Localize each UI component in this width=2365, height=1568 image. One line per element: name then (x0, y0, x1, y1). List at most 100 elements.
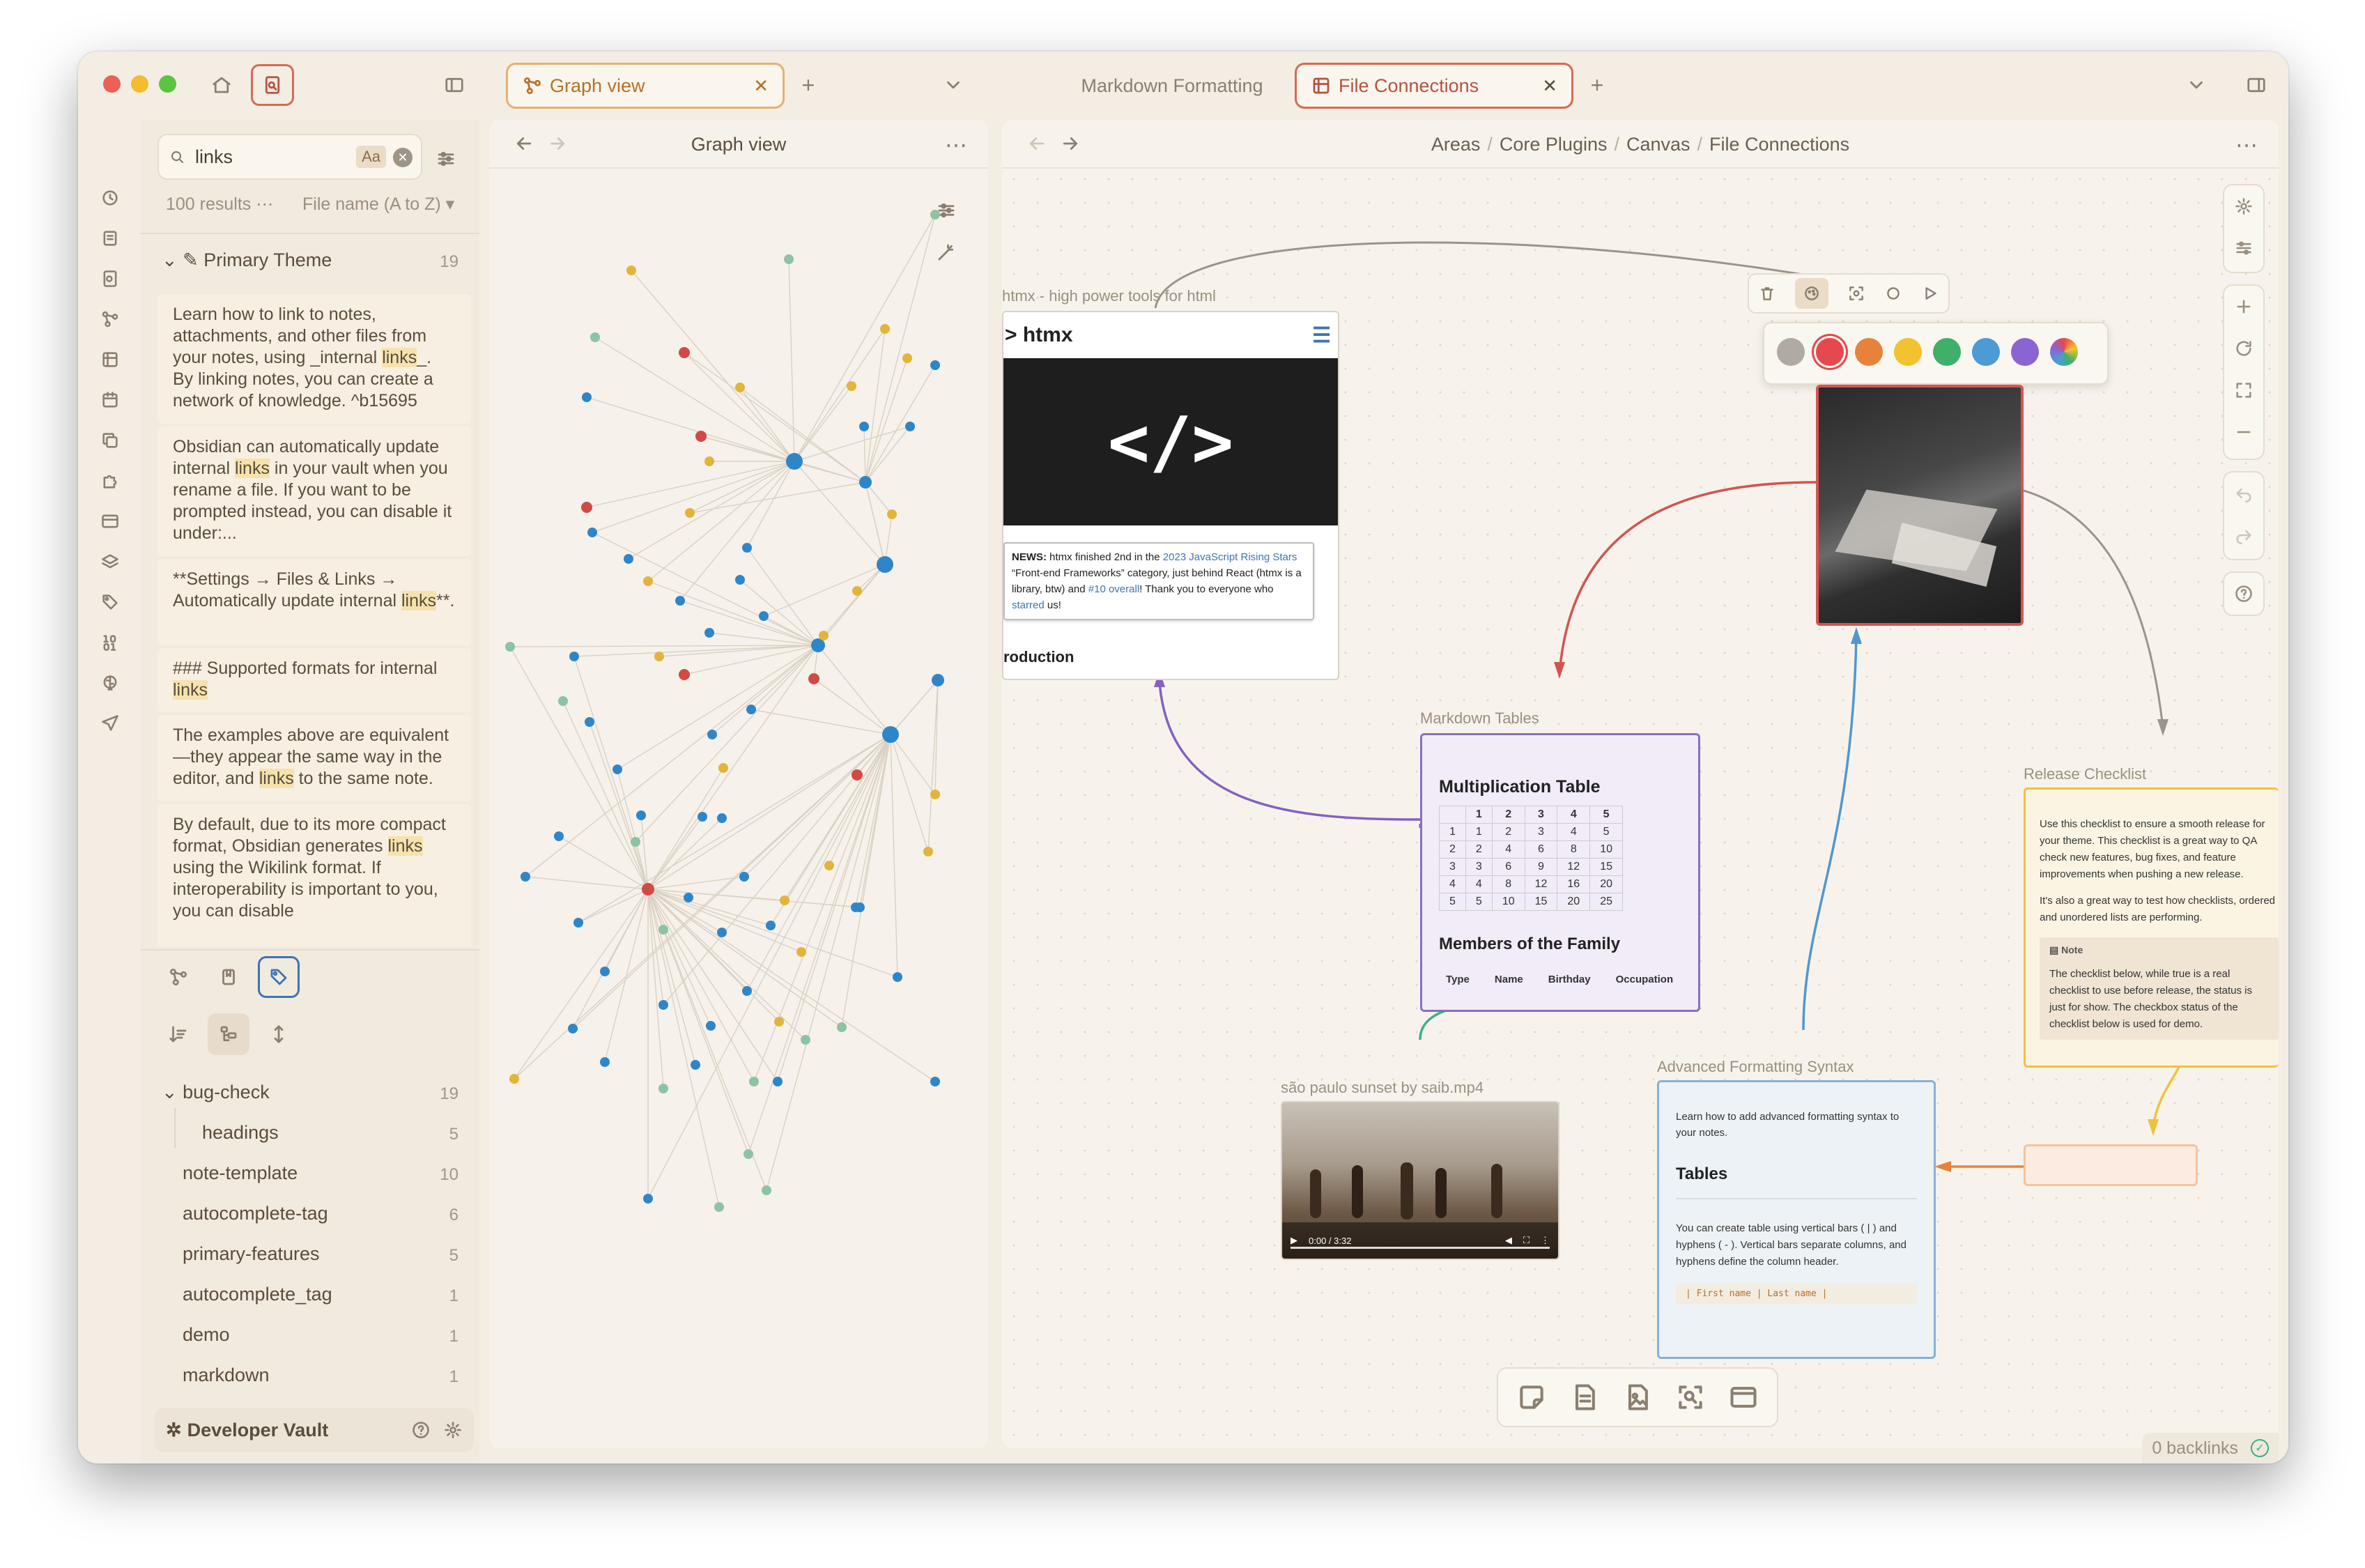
graph-node[interactable] (859, 422, 869, 431)
expand-collapse-icon[interactable] (258, 1013, 300, 1055)
help-icon[interactable] (2224, 573, 2263, 615)
graph-node[interactable] (855, 902, 865, 912)
graph-node[interactable] (746, 705, 756, 714)
close-window-button[interactable] (103, 75, 121, 93)
filter-icon[interactable] (2224, 227, 2263, 269)
volume-icon[interactable]: ◀ (1505, 1235, 1512, 1246)
custom-color-swatch[interactable] (2050, 338, 2078, 366)
trash-icon[interactable] (1758, 284, 1776, 302)
graph-node[interactable] (569, 652, 579, 661)
sort-dropdown[interactable]: File name (A to Z) ▾ (302, 194, 454, 215)
zoom-window-button[interactable] (159, 75, 176, 93)
tag-item[interactable]: primary-features (183, 1243, 320, 1265)
graph-node[interactable] (613, 764, 622, 774)
graph-node[interactable] (930, 1077, 940, 1086)
color-swatch[interactable] (1972, 338, 2000, 366)
graph-node[interactable] (679, 347, 690, 358)
minimize-window-button[interactable] (131, 75, 148, 93)
graph-node[interactable] (600, 967, 610, 976)
graph-node[interactable] (658, 1084, 668, 1093)
bookmark-icon[interactable] (208, 956, 249, 998)
graph-node[interactable] (801, 1035, 810, 1045)
slides-icon[interactable] (96, 507, 124, 535)
graph-node[interactable] (704, 628, 714, 638)
tag-item[interactable]: ⌄ bug-check (162, 1082, 270, 1103)
graph-node[interactable] (695, 431, 707, 442)
graph-icon[interactable] (157, 956, 199, 998)
color-swatch[interactable] (1777, 338, 1805, 366)
news-link[interactable]: #10 overall (1088, 583, 1139, 595)
add-note-icon[interactable] (1564, 1376, 1605, 1418)
play-icon[interactable] (1921, 284, 1939, 302)
palette-icon[interactable] (1795, 278, 1829, 309)
more-icon[interactable]: ⋯ (256, 194, 273, 214)
release-checklist-node[interactable]: Use this checklist to ensure a smooth re… (2024, 787, 2279, 1068)
menu-icon[interactable]: ☰ (1312, 323, 1331, 348)
close-tab-icon[interactable]: ✕ (753, 75, 769, 97)
htmx-web-node[interactable]: > htmx ☰ </> NEWS: htmx finished 2nd in … (1002, 311, 1339, 680)
undo-icon[interactable] (2224, 472, 2263, 514)
graph-node[interactable] (930, 790, 940, 799)
graph-node[interactable] (847, 381, 856, 391)
tab-graph-view[interactable]: Graph view ✕ (506, 63, 785, 109)
graph-node[interactable] (742, 543, 752, 553)
graph-node[interactable] (684, 893, 693, 902)
news-link[interactable]: starred (1012, 599, 1045, 611)
graph-node[interactable] (762, 1185, 771, 1195)
graph-node[interactable] (658, 1000, 668, 1010)
graph-node[interactable] (877, 556, 893, 573)
photo-node[interactable] (1816, 385, 2024, 626)
graph-node[interactable] (704, 456, 714, 466)
zoom-out-icon[interactable] (2224, 411, 2263, 453)
zoom-to-selection-icon[interactable] (1847, 284, 1865, 302)
advanced-formatting-node[interactable]: Learn how to add advanced formatting syn… (1657, 1080, 1936, 1359)
sync-check-icon[interactable]: ✓ (2251, 1439, 2269, 1457)
graph-node[interactable] (698, 812, 707, 822)
color-swatch[interactable] (2011, 338, 2039, 366)
graph-icon[interactable] (96, 305, 124, 333)
send-icon[interactable] (96, 709, 124, 737)
settings-gear-icon[interactable] (443, 1420, 463, 1440)
graph-node[interactable] (691, 1060, 700, 1070)
video-node[interactable]: ▶ 0:00 / 3:32 ◀ ⛶ ⋮ (1281, 1101, 1559, 1260)
daily-note-icon[interactable] (96, 224, 124, 252)
more-icon[interactable]: ⋮ (1541, 1235, 1550, 1246)
circle-shape-icon[interactable] (1884, 284, 1902, 302)
zoom-to-fit-icon[interactable] (2224, 369, 2263, 411)
sort-icon[interactable] (157, 1013, 199, 1055)
graph-node[interactable] (568, 1024, 578, 1033)
redo-icon[interactable] (2224, 514, 2263, 556)
graph-node[interactable] (554, 831, 564, 841)
vault-switcher[interactable]: ✲ Developer Vault (155, 1408, 474, 1452)
graph-node[interactable] (852, 769, 863, 781)
close-tab-icon[interactable]: ✕ (1542, 75, 1557, 97)
graph-node[interactable] (626, 266, 636, 275)
add-web-page-icon[interactable] (1670, 1376, 1711, 1418)
graph-canvas[interactable] (489, 120, 988, 1448)
graph-node[interactable] (654, 652, 664, 661)
help-icon[interactable] (411, 1420, 431, 1440)
search-note-icon[interactable] (96, 265, 124, 293)
graph-node[interactable] (773, 1077, 783, 1086)
graph-node[interactable] (930, 360, 940, 370)
search-result[interactable]: By default, due to its more compact form… (157, 804, 471, 946)
color-swatch[interactable] (1933, 338, 1961, 366)
tag-item[interactable]: headings (202, 1122, 279, 1144)
graph-node[interactable] (819, 631, 829, 640)
new-tab-icon[interactable]: + (1585, 72, 1610, 98)
graph-node[interactable] (930, 210, 940, 220)
left-sidebar-toggle-icon[interactable] (440, 71, 468, 99)
backlinks-count[interactable]: 0 backlinks (2152, 1438, 2238, 1459)
tag-item[interactable]: note-template (183, 1162, 298, 1184)
graph-node[interactable] (902, 353, 912, 363)
graph-node[interactable] (859, 476, 872, 489)
calendar-icon[interactable] (96, 386, 124, 414)
graph-node[interactable] (717, 928, 727, 937)
add-group-icon[interactable] (1723, 1376, 1764, 1418)
graph-node[interactable] (735, 575, 745, 585)
graph-node[interactable] (824, 861, 834, 870)
graph-node[interactable] (784, 254, 794, 264)
news-link[interactable]: 2023 JavaScript Rising Stars (1163, 551, 1297, 563)
tag-item[interactable]: demo (183, 1324, 230, 1346)
graph-node[interactable] (744, 1149, 753, 1159)
